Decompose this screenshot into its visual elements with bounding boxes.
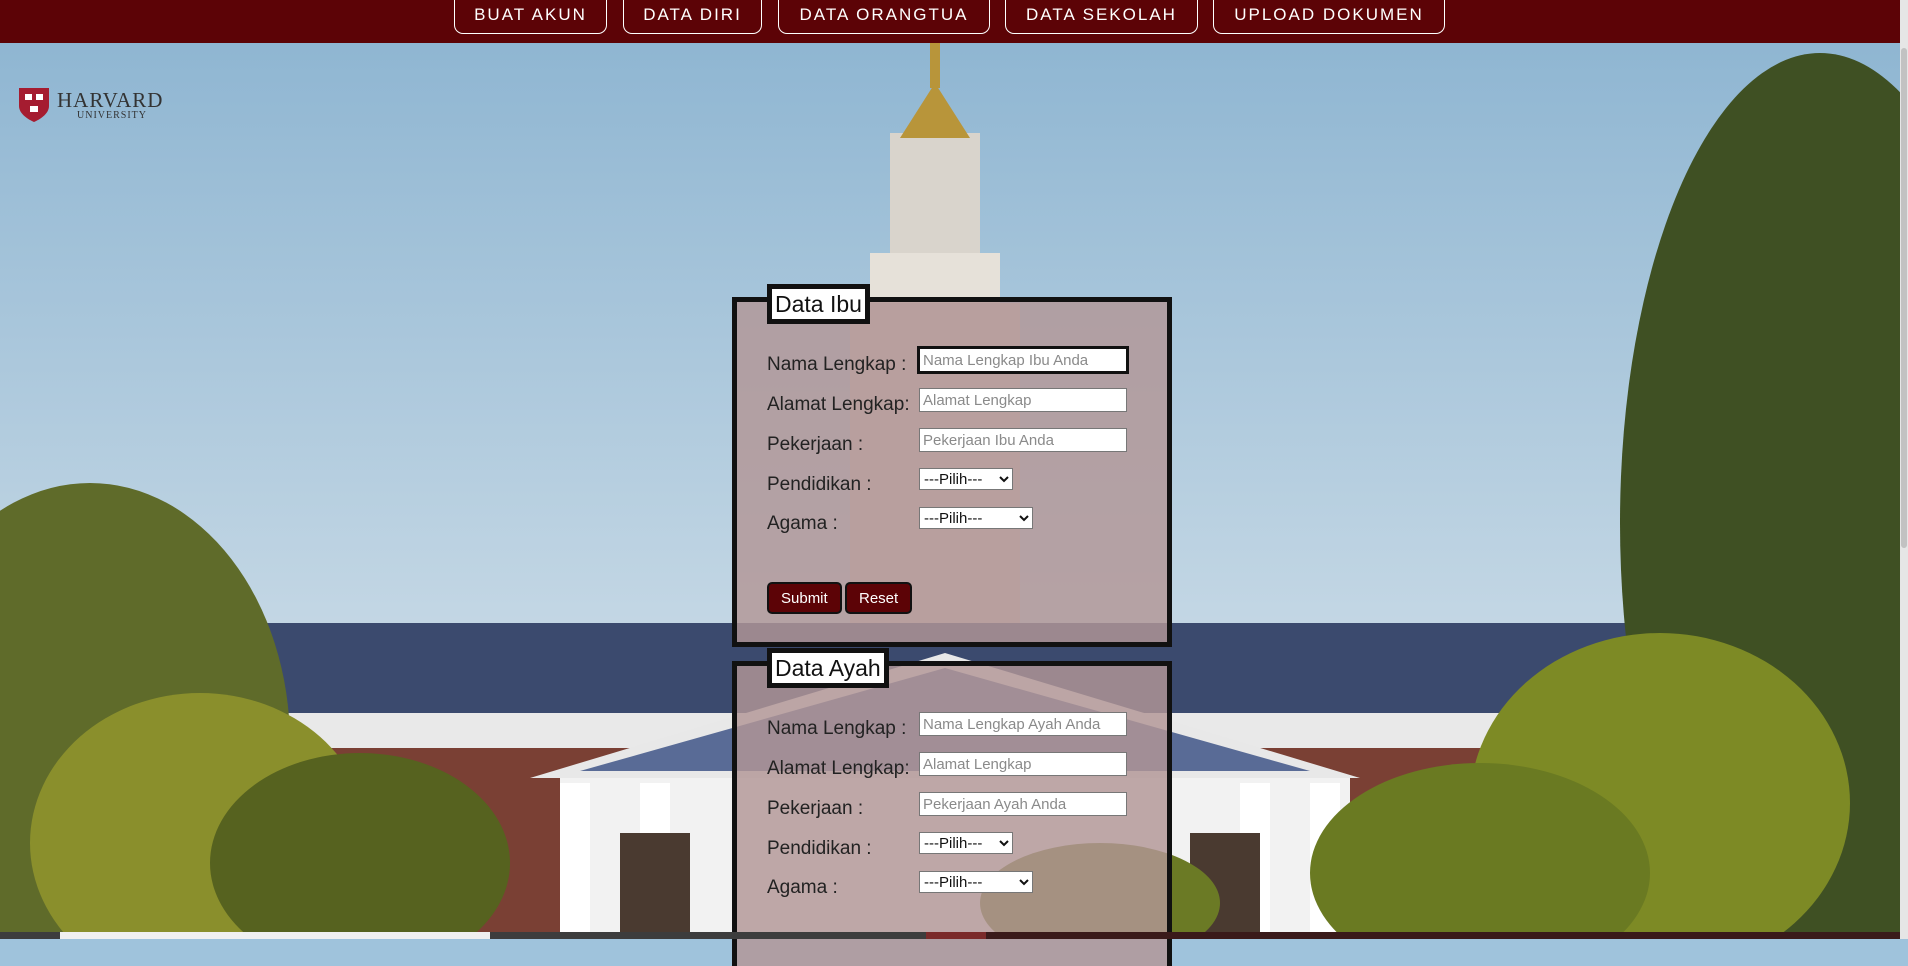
ibu-alamat-label: Alamat Lengkap:: [767, 394, 910, 415]
shield-icon: [19, 88, 49, 122]
ibu-pendidikan-label: Pendidikan :: [767, 474, 872, 495]
bottom-strip-segment: [60, 932, 490, 939]
ibu-nama-input[interactable]: [917, 346, 1129, 374]
nav-data-orangtua[interactable]: DATA ORANGTUA: [778, 0, 990, 34]
bottom-strip: [0, 932, 1900, 939]
data-ayah-legend: Data Ayah: [767, 648, 889, 688]
ibu-pekerjaan-label: Pekerjaan :: [767, 434, 864, 455]
bottom-strip-segment: [986, 932, 1900, 939]
nav-upload-dokumen[interactable]: UPLOAD DOKUMEN: [1213, 0, 1445, 34]
ibu-reset-button[interactable]: Reset: [845, 582, 913, 614]
ayah-alamat-label: Alamat Lengkap:: [767, 758, 910, 779]
ibu-agama-select[interactable]: ---Pilih---: [919, 507, 1033, 529]
ayah-nama-label: Nama Lengkap :: [767, 718, 907, 739]
ibu-submit-button[interactable]: Submit: [767, 582, 842, 614]
ibu-pekerjaan-input[interactable]: [919, 428, 1127, 452]
bottom-strip-segment: [926, 932, 986, 939]
ibu-alamat-input[interactable]: [919, 388, 1127, 412]
nav-data-diri[interactable]: DATA DIRI: [623, 0, 762, 34]
ayah-agama-select[interactable]: ---Pilih---: [919, 871, 1033, 893]
ibu-agama-label: Agama :: [767, 513, 838, 534]
ibu-nama-label: Nama Lengkap :: [767, 354, 907, 375]
ayah-agama-label: Agama :: [767, 877, 838, 898]
scrollbar-thumb[interactable]: [1901, 48, 1907, 548]
harvard-logo[interactable]: HARVARD UNIVERSITY: [17, 86, 177, 126]
data-ayah-fieldset: Data Ayah Nama Lengkap : Alamat Lengkap:…: [732, 648, 1172, 966]
ayah-pendidikan-label: Pendidikan :: [767, 838, 872, 859]
ayah-alamat-input[interactable]: [919, 752, 1127, 776]
logo-subtitle: UNIVERSITY: [77, 110, 147, 121]
nav-buat-akun[interactable]: BUAT AKUN: [454, 0, 607, 34]
ibu-pendidikan-select[interactable]: ---Pilih---: [919, 468, 1013, 490]
nav-data-sekolah[interactable]: DATA SEKOLAH: [1005, 0, 1198, 34]
data-ibu-fieldset: Data Ibu Nama Lengkap : Alamat Lengkap: …: [732, 284, 1172, 647]
data-ibu-legend: Data Ibu: [767, 284, 870, 324]
ayah-pendidikan-select[interactable]: ---Pilih---: [919, 832, 1013, 854]
ayah-pekerjaan-label: Pekerjaan :: [767, 798, 864, 819]
top-navigation-bar: BUAT AKUN DATA DIRI DATA ORANGTUA DATA S…: [0, 0, 1900, 43]
ayah-pekerjaan-input[interactable]: [919, 792, 1127, 816]
ayah-nama-input[interactable]: [919, 712, 1127, 736]
